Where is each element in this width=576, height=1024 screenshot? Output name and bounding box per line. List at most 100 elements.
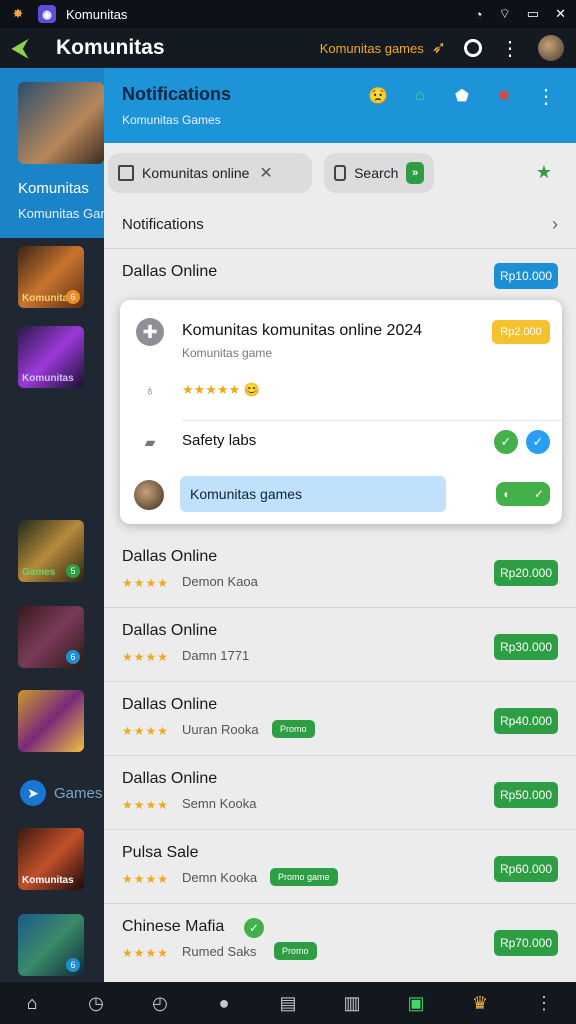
thumb-badge: 6	[66, 958, 80, 972]
trophy-icon[interactable]: ♛	[468, 991, 492, 1015]
card-label: Safety labs	[182, 432, 257, 449]
game-thumb[interactable]: 6	[18, 606, 84, 668]
item-meta: Uuran Rooka	[182, 722, 259, 737]
hero-image	[18, 82, 104, 164]
flame-icon[interactable]: ✹	[494, 86, 514, 106]
hero-card[interactable]: Komunitas Komunitas Games	[0, 68, 125, 238]
section-notifications[interactable]: Notifications ›	[104, 201, 576, 249]
home-icon[interactable]: ⌂	[20, 991, 44, 1015]
timer-icon[interactable]: ◴	[148, 991, 172, 1015]
price-button[interactable]: Rp30.000	[494, 634, 558, 660]
item-meta: Demon Kaoa	[182, 574, 258, 589]
game-thumb[interactable]: Games 5	[18, 520, 84, 582]
price-button[interactable]: Rp20.000	[494, 560, 558, 586]
shield-icon[interactable]: ⬟	[452, 86, 472, 106]
game-thumb[interactable]: Komunitas	[18, 828, 84, 890]
list-item[interactable]: Dallas Online ★★★★ Demon Kaoa Rp20.000	[104, 534, 576, 608]
panel-subtitle: Komunitas Games	[122, 113, 221, 127]
item-meta: Demn Kooka	[182, 870, 258, 885]
battery-icon: ▭	[526, 6, 540, 21]
filter-chips: Komunitas online ✕ Search »	[104, 143, 576, 193]
status-bar: ✸ ◉ Komunitas ◔ ⌔ ▭ ✕	[0, 0, 576, 28]
thumb-caption: Komunitas	[22, 875, 74, 886]
card-icon[interactable]: ▤	[276, 991, 300, 1015]
promo-tag: Promo	[274, 942, 317, 960]
verified-icon: ✓	[244, 918, 264, 938]
price-button[interactable]: Rp50.000	[494, 782, 558, 808]
chip-komunitas-online[interactable]: Komunitas online ✕	[108, 153, 312, 193]
sync-icon: ◔	[474, 6, 483, 22]
item-name: Dallas Online	[122, 696, 218, 713]
divider	[182, 420, 562, 421]
tag-icon: ▰	[144, 433, 156, 450]
promo-link[interactable]: Komunitas games	[320, 41, 424, 56]
rocket-icon[interactable]: ➶	[432, 38, 446, 58]
avatar[interactable]	[538, 35, 564, 61]
more-icon[interactable]: ⋮	[532, 991, 556, 1015]
games-link[interactable]: ➤ Games	[20, 780, 102, 806]
rating-stars: ★★★★	[122, 946, 170, 960]
item-meta: Semn Kooka	[182, 796, 257, 811]
game-thumb[interactable]: 6	[18, 914, 84, 976]
list-item[interactable]: Dallas Online ★★★★ Uuran Rooka Promo Rp4…	[104, 682, 576, 756]
card-badge[interactable]: Rp2.000	[492, 320, 550, 344]
emoji-icon[interactable]: 😟	[368, 86, 388, 106]
game-thumb[interactable]	[18, 690, 84, 752]
pin-icon[interactable]: ★	[536, 162, 552, 183]
chat-app-icon: ◉	[38, 5, 56, 23]
close-icon[interactable]: ✕	[259, 163, 272, 183]
rating-stars: ★★★★	[122, 798, 170, 812]
go-icon[interactable]: »	[406, 162, 424, 184]
add-icon[interactable]: ✚	[136, 318, 164, 346]
card-subtitle: Komunitas game	[182, 346, 273, 360]
store-icon[interactable]: ▣	[404, 991, 428, 1015]
chevron-right-icon: ›	[552, 214, 558, 234]
list-item[interactable]: Dallas Online ★★★★ Semn Kooka Rp50.000	[104, 756, 576, 830]
home-icon[interactable]: ⌂	[410, 86, 430, 106]
more-icon[interactable]: ⋮	[536, 86, 556, 108]
item-name: Dallas Online	[122, 770, 218, 787]
text-input[interactable]: Komunitas games	[180, 476, 446, 512]
thumb-badge: 6	[66, 650, 80, 664]
status-title: Komunitas	[66, 6, 128, 22]
profile-icon[interactable]: ●	[212, 991, 236, 1015]
chip-box-icon	[118, 165, 134, 181]
panel-title: Notifications	[122, 84, 232, 104]
back-arrow-icon[interactable]: ⮜	[12, 35, 42, 61]
close-icon[interactable]: ✕	[555, 6, 566, 22]
chip-label: Search	[354, 165, 399, 181]
section-label: Notifications	[122, 216, 204, 233]
item-name: Dallas Online	[122, 622, 218, 639]
more-icon[interactable]: ⋮	[500, 36, 520, 61]
game-thumb[interactable]: Komunitas 6	[18, 246, 84, 308]
clock-icon[interactable]: ◷	[84, 991, 108, 1015]
price-button[interactable]: Rp40.000	[494, 708, 558, 734]
price-button[interactable]: Rp60.000	[494, 856, 558, 882]
list-item[interactable]: Dallas Online Rp10.000	[104, 249, 576, 301]
price-button[interactable]: Rp10.000	[494, 263, 558, 289]
bottom-nav: ⌂ ◷ ◴ ● ▤ ▥ ▣ ♛ ⋮	[0, 982, 576, 1024]
panel-header: Notifications Komunitas Games 😟 ⌂ ⬟ ✹ ⋮	[104, 68, 576, 143]
card-rating: ★★★★★ 😊	[182, 382, 261, 397]
notifications-panel: Notifications Komunitas Games 😟 ⌂ ⬟ ✹ ⋮ …	[104, 68, 576, 982]
promo-tag: Promo	[272, 720, 315, 738]
list-item[interactable]: Dallas Online ★★★★ Damn 1771 Rp30.000	[104, 608, 576, 682]
price-button[interactable]: Rp70.000	[494, 930, 558, 956]
thumb-caption: Games	[22, 567, 56, 578]
promo-tag: Promo game	[270, 868, 338, 886]
games-label: Games	[54, 784, 103, 802]
grid-icon[interactable]: ▥	[340, 991, 364, 1015]
chip-search[interactable]: Search »	[324, 153, 434, 193]
check-icon[interactable]: ✓	[494, 430, 518, 454]
notification-card: ✚ Komunitas komunitas online 2024 Komuni…	[120, 300, 562, 524]
check-icon[interactable]: ✓	[526, 430, 550, 454]
ring-icon[interactable]	[464, 39, 482, 57]
game-thumb[interactable]: Komunitas	[18, 326, 84, 388]
item-meta: Rumed Saks	[182, 944, 257, 959]
list-item[interactable]: Chinese Mafia ✓ ★★★★ Rumed Saks Promo Rp…	[104, 904, 576, 978]
rating-stars: ★★★★	[122, 724, 170, 738]
toggle-switch[interactable]: ◖ ✓	[496, 482, 550, 506]
list-item[interactable]: Pulsa Sale ★★★★ Demn Kooka Promo game Rp…	[104, 830, 576, 904]
thumb-badge: 6	[66, 290, 80, 304]
rating-stars: ★★★★	[122, 650, 170, 664]
